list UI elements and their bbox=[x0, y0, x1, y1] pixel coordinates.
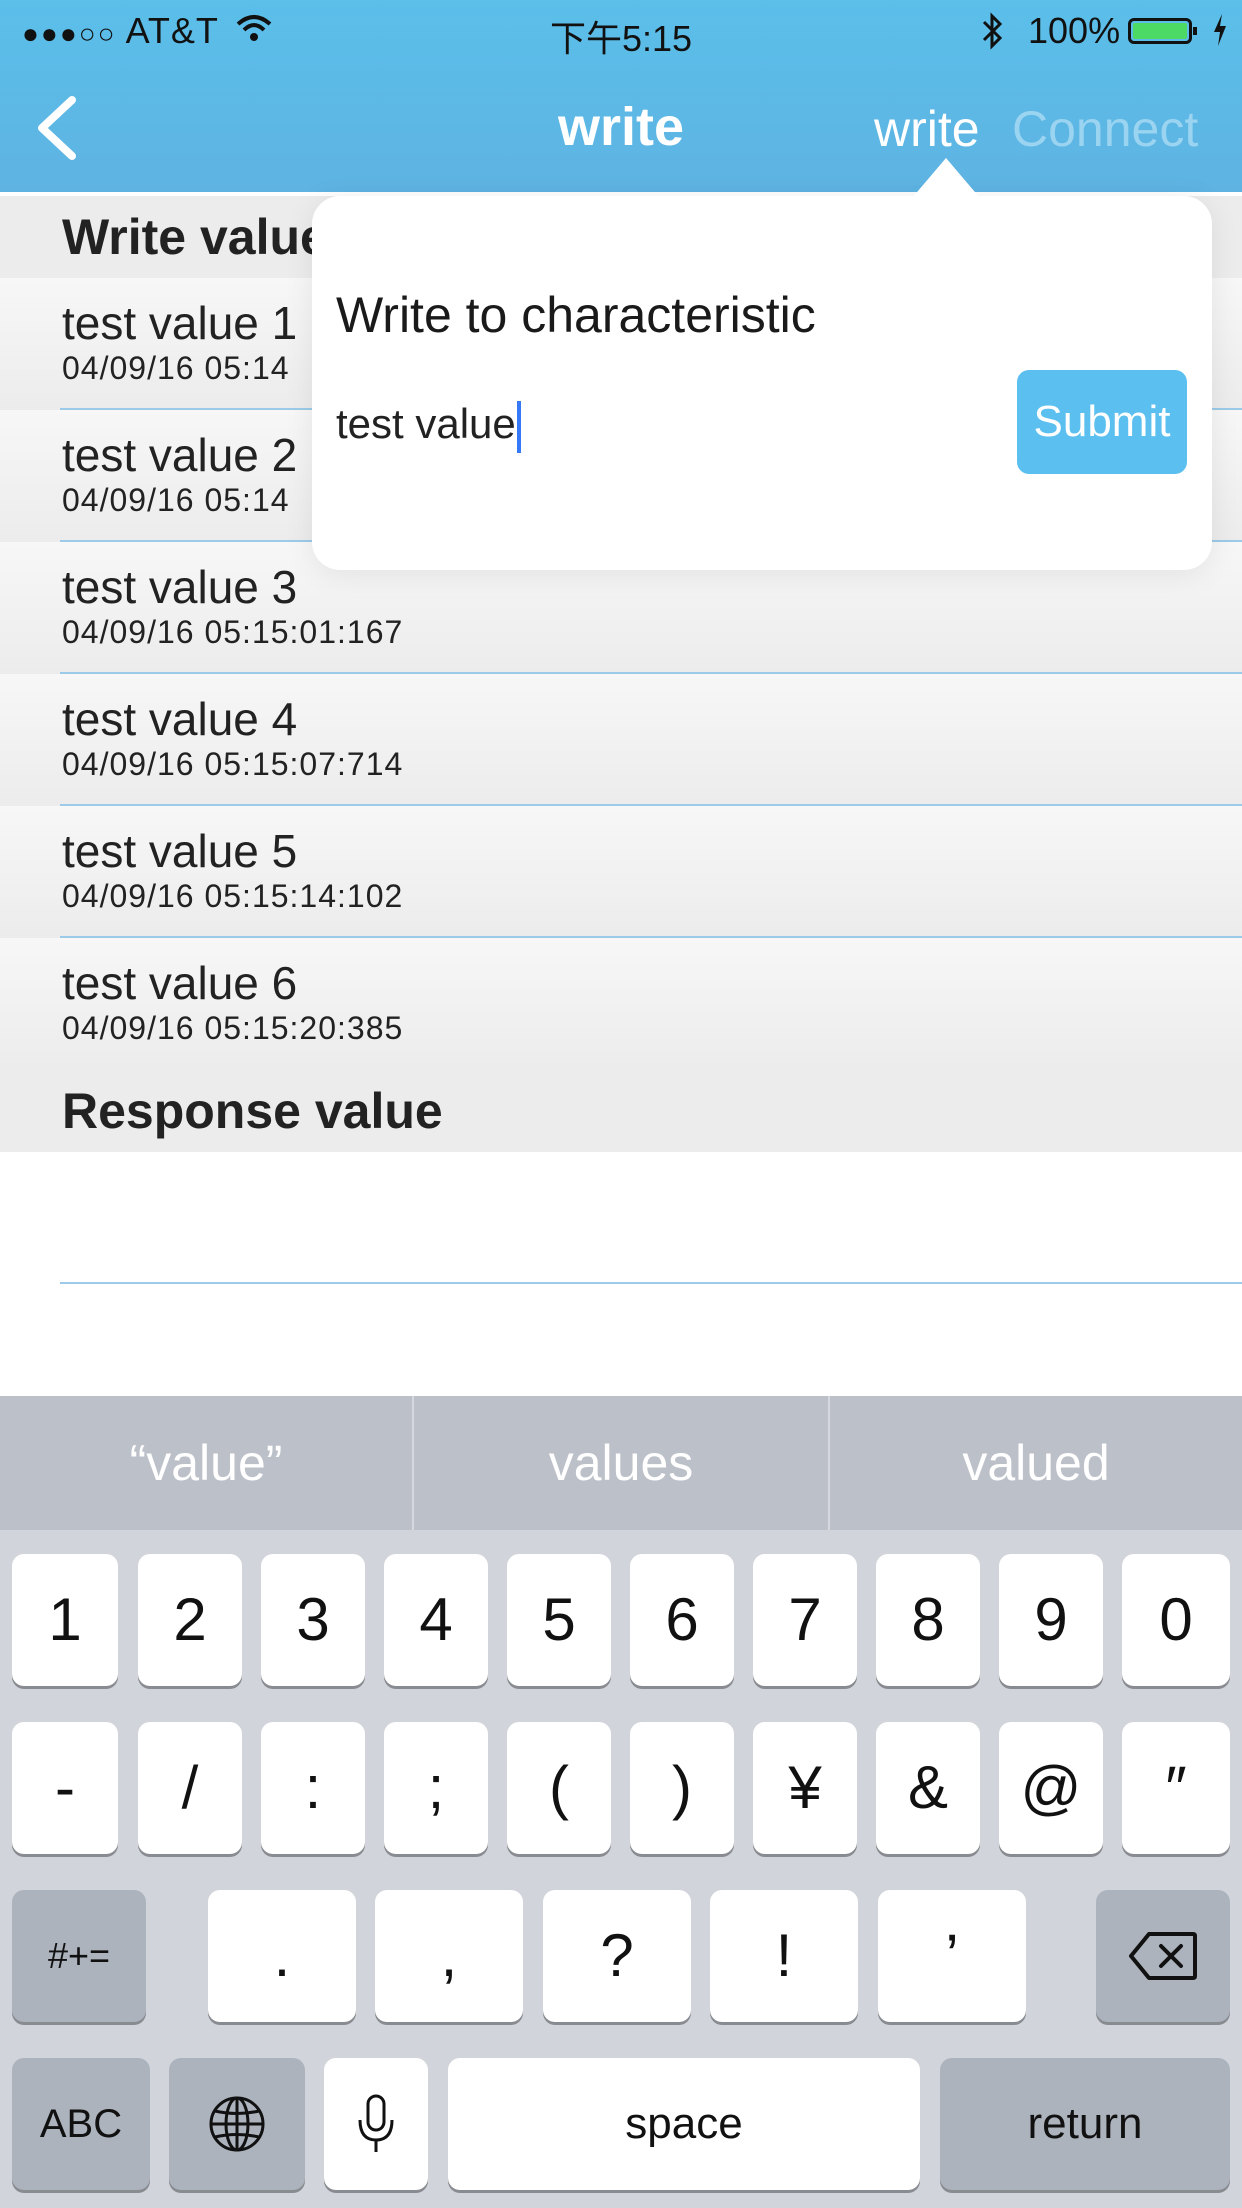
key-open-paren[interactable]: ( bbox=[507, 1722, 611, 1854]
key-period[interactable]: . bbox=[208, 1890, 356, 2022]
key-colon[interactable]: : bbox=[261, 1722, 365, 1854]
submit-button[interactable]: Submit bbox=[1017, 370, 1187, 474]
dictation-key[interactable] bbox=[324, 2058, 428, 2190]
popover-arrow bbox=[912, 158, 980, 198]
item-value: test value 6 bbox=[62, 957, 298, 1009]
key-exclamation[interactable]: ! bbox=[710, 1890, 858, 2022]
response-value-section-header: Response value bbox=[0, 1070, 1242, 1152]
globe-key[interactable] bbox=[169, 2058, 305, 2190]
battery-icon bbox=[1128, 18, 1197, 44]
item-value: test value 1 bbox=[62, 297, 298, 349]
response-list bbox=[0, 1152, 1242, 1396]
key-3[interactable]: 3 bbox=[261, 1554, 365, 1686]
keyboard: “value” values valued 1 2 3 4 5 6 7 8 9 … bbox=[0, 1396, 1242, 2208]
write-popover: Write to characteristic test value Submi… bbox=[312, 158, 1212, 570]
key-yen[interactable]: ¥ bbox=[753, 1722, 857, 1854]
key-slash[interactable]: / bbox=[138, 1722, 242, 1854]
key-8[interactable]: 8 bbox=[876, 1554, 980, 1686]
item-value: test value 2 bbox=[62, 429, 298, 481]
list-item[interactable]: test value 5 04/09/16 05:15:14:102 bbox=[0, 806, 1242, 938]
suggestion-item[interactable]: “value” bbox=[0, 1396, 412, 1530]
key-close-paren[interactable]: ) bbox=[630, 1722, 734, 1854]
key-ampersand[interactable]: & bbox=[876, 1722, 980, 1854]
backspace-icon bbox=[1129, 1932, 1197, 1980]
write-value-input[interactable]: test value bbox=[336, 400, 521, 453]
item-timestamp: 04/09/16 05:15:07:714 bbox=[62, 746, 404, 782]
space-key[interactable]: space bbox=[448, 2058, 920, 2190]
text-cursor bbox=[516, 400, 521, 453]
backspace-key[interactable] bbox=[1096, 1890, 1230, 2022]
item-value: test value 3 bbox=[62, 561, 298, 613]
bluetooth-icon bbox=[982, 12, 1003, 50]
key-question[interactable]: ? bbox=[543, 1890, 691, 2022]
suggestion-item[interactable]: valued bbox=[830, 1396, 1242, 1530]
item-value: test value 5 bbox=[62, 825, 298, 877]
item-value: test value 4 bbox=[62, 693, 298, 745]
key-9[interactable]: 9 bbox=[999, 1554, 1103, 1686]
key-4[interactable]: 4 bbox=[384, 1554, 488, 1686]
key-0[interactable]: 0 bbox=[1122, 1554, 1230, 1686]
microphone-icon bbox=[358, 2094, 394, 2152]
list-item[interactable]: test value 6 04/09/16 05:15:20:385 bbox=[0, 938, 1242, 1070]
navigation-header: ●●●○○ AT&T 下午5:15 100% write write Conne… bbox=[0, 0, 1242, 192]
popover-title: Write to characteristic bbox=[336, 287, 816, 343]
tab-connect[interactable]: Connect bbox=[1012, 100, 1198, 158]
item-timestamp: 04/09/16 05:14 bbox=[62, 482, 290, 518]
key-semicolon[interactable]: ; bbox=[384, 1722, 488, 1854]
key-at[interactable]: @ bbox=[999, 1722, 1103, 1854]
charging-icon bbox=[1214, 14, 1226, 46]
key-comma[interactable]: , bbox=[375, 1890, 523, 2022]
key-5[interactable]: 5 bbox=[507, 1554, 611, 1686]
key-7[interactable]: 7 bbox=[753, 1554, 857, 1686]
return-key[interactable]: return bbox=[940, 2058, 1230, 2190]
battery-percent: 100% bbox=[1028, 10, 1121, 51]
key-hyphen[interactable]: - bbox=[12, 1722, 118, 1854]
suggestion-item[interactable]: values bbox=[414, 1396, 828, 1530]
input-text: test value bbox=[336, 400, 516, 447]
symbols-toggle-key[interactable]: #+= bbox=[12, 1890, 146, 2022]
globe-icon bbox=[209, 2096, 265, 2152]
key-6[interactable]: 6 bbox=[630, 1554, 734, 1686]
item-timestamp: 04/09/16 05:14 bbox=[62, 350, 290, 386]
suggestion-bar: “value” values valued bbox=[0, 1396, 1242, 1530]
row-separator bbox=[60, 1282, 1242, 1284]
key-1[interactable]: 1 bbox=[12, 1554, 118, 1686]
status-bar: ●●●○○ AT&T 下午5:15 100% bbox=[0, 0, 1242, 62]
key-apostrophe[interactable]: ’ bbox=[878, 1890, 1026, 2022]
tab-write[interactable]: write bbox=[874, 100, 980, 158]
abc-key[interactable]: ABC bbox=[12, 2058, 150, 2190]
item-timestamp: 04/09/16 05:15:20:385 bbox=[62, 1010, 404, 1046]
key-quote[interactable]: ″ bbox=[1122, 1722, 1230, 1854]
key-2[interactable]: 2 bbox=[138, 1554, 242, 1686]
list-item[interactable]: test value 4 04/09/16 05:15:07:714 bbox=[0, 674, 1242, 806]
item-timestamp: 04/09/16 05:15:14:102 bbox=[62, 878, 404, 914]
item-timestamp: 04/09/16 05:15:01:167 bbox=[62, 614, 404, 650]
